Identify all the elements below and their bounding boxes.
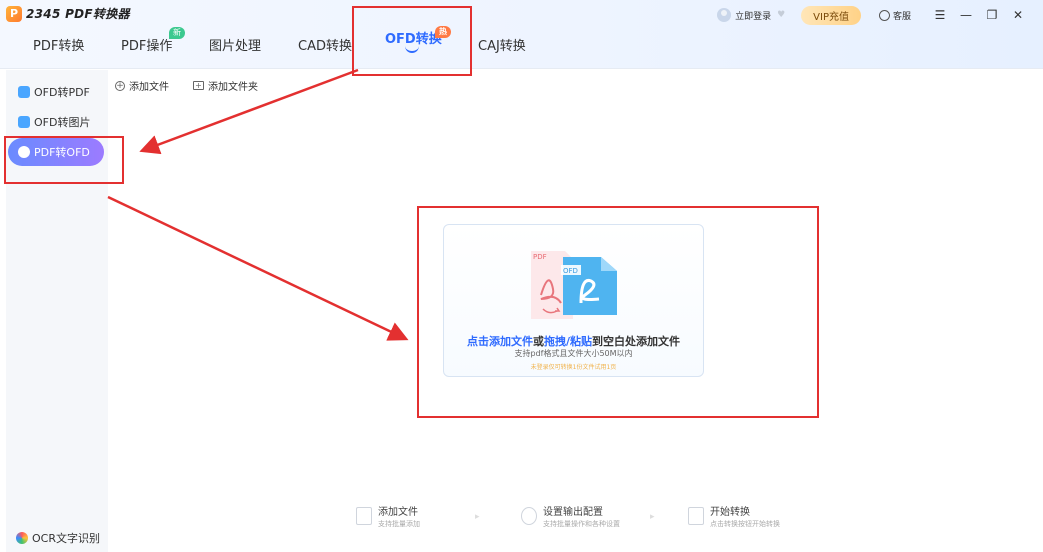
add-file-icon	[356, 507, 372, 525]
image-file-icon	[18, 116, 30, 128]
add-file-button[interactable]: + 添加文件	[115, 78, 169, 93]
tab-cad-convert[interactable]: CAD转换	[298, 30, 352, 64]
heart-icon: ♥	[777, 10, 786, 20]
logo-icon: P	[6, 5, 22, 22]
annotation-box-ofd-tab	[352, 6, 472, 76]
step-start-convert: 开始转换 点击转换按钮开始转换	[688, 506, 780, 530]
vip-recharge-button[interactable]: VIP充值	[801, 5, 861, 25]
sidebar-item-ofd-to-pdf[interactable]: OFD转PDF	[8, 78, 104, 106]
headset-icon	[878, 9, 890, 21]
header-right-controls: 立即登录 ♥ VIP充值 客服 ☰ — ❐ ✕	[717, 5, 1031, 25]
ofd-file-icon	[18, 86, 30, 98]
settings-icon	[521, 507, 537, 525]
tab-pdf-convert[interactable]: PDF转换	[33, 30, 84, 64]
maximize-icon[interactable]: ❐	[979, 8, 1005, 22]
ocr-button[interactable]: OCR文字识别	[16, 530, 100, 546]
sidebar-item-ofd-to-image[interactable]: OFD转图片	[8, 108, 104, 136]
annotation-arrow-to-dropzone	[107, 195, 409, 341]
ocr-icon	[16, 532, 28, 544]
step-output-settings: 设置输出配置 支持批量操作和各种设置	[521, 506, 620, 530]
menu-icon[interactable]: ☰	[927, 8, 953, 22]
step-arrow-icon: ▸	[650, 512, 655, 522]
folder-icon: +	[193, 81, 204, 90]
login-button[interactable]: 立即登录 ♥	[717, 8, 785, 22]
avatar-icon	[717, 8, 732, 22]
tab-image-processing[interactable]: 图片处理	[209, 30, 261, 64]
app-header: P 2345 PDF转换器 PDF转换 PDF操作 新 图片处理 CAD转换 O…	[0, 0, 1043, 69]
plus-icon: +	[115, 80, 125, 91]
annotation-box-pdf-to-ofd	[4, 136, 124, 184]
step-arrow-icon: ▸	[475, 512, 480, 522]
customer-service-button[interactable]: 客服	[878, 9, 911, 22]
app-name: 2345 PDF转换器	[26, 7, 130, 21]
close-icon[interactable]: ✕	[1005, 8, 1031, 22]
add-folder-button[interactable]: + 添加文件夹	[193, 78, 258, 93]
convert-doc-icon	[688, 507, 704, 525]
app-logo: P 2345 PDF转换器	[6, 5, 130, 22]
tab-caj-convert[interactable]: CAJ转换	[478, 30, 526, 64]
tab-pdf-operations[interactable]: PDF操作 新	[121, 27, 185, 64]
minimize-icon[interactable]: —	[953, 8, 979, 22]
annotation-box-dropzone	[417, 206, 819, 418]
step-add-file: 添加文件 支持批量添加	[356, 506, 420, 530]
new-badge: 新	[169, 27, 185, 39]
